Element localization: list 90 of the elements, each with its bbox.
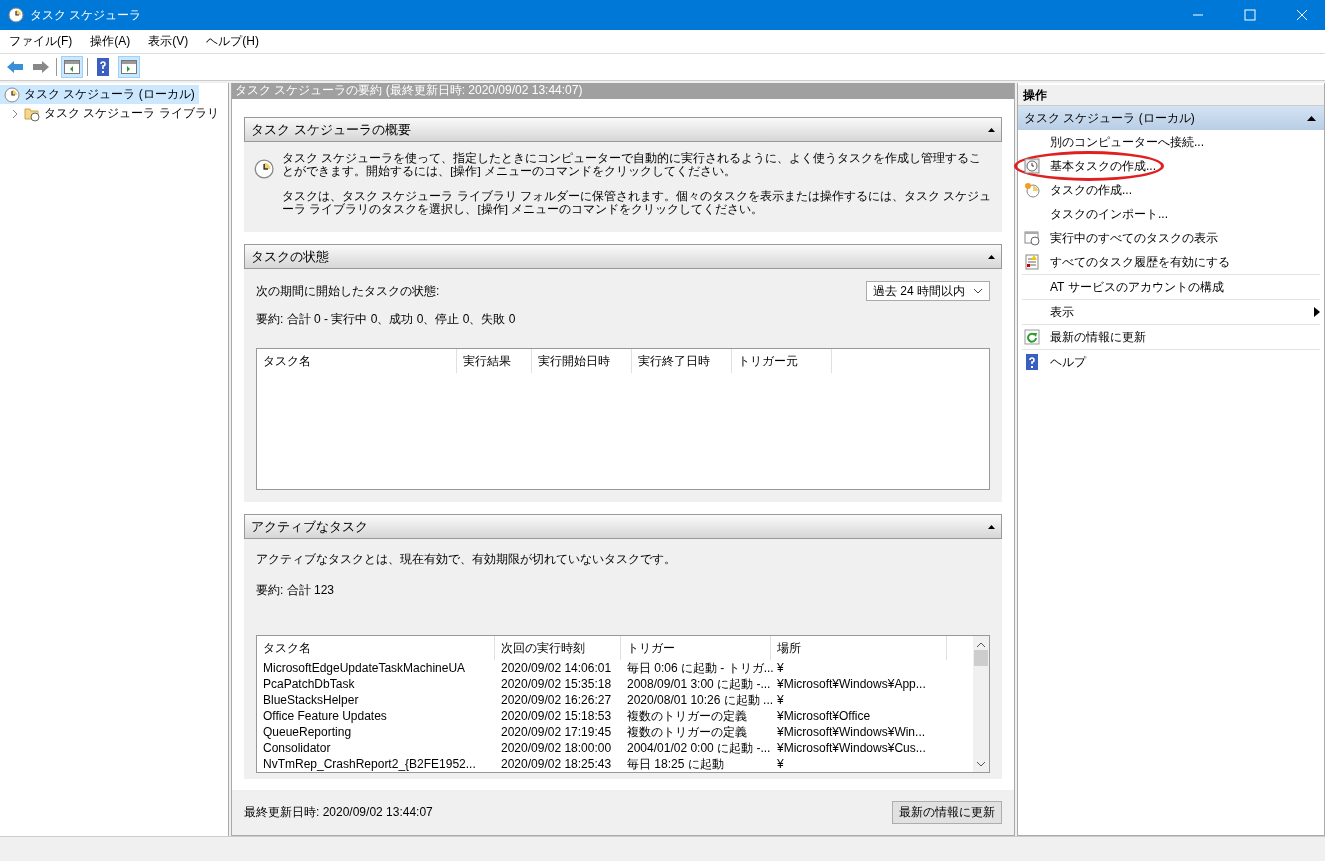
chevron-down-icon (973, 288, 983, 294)
clock-icon (4, 86, 20, 103)
description-text: アクティブなタスクとは、現在有効で、有効期限が切れていないタスクです。 (256, 551, 677, 568)
table-cell-text: Office Feature Updates (262, 709, 388, 723)
window-clock-icon (1024, 230, 1040, 246)
collapse-icon[interactable] (988, 524, 995, 529)
action-item[interactable]: 表示 (1022, 300, 1320, 324)
summary-header: タスク スケジューラの要約 (最終更新日時: 2020/09/02 13:44:07) (232, 83, 1014, 99)
action-item[interactable]: AT サービスのアカウントの構成 (1022, 275, 1320, 299)
table-cell-text: PcaPatchDbTask (262, 677, 356, 691)
menu-item[interactable]: ヘルプ(H) (197, 33, 268, 50)
column-header[interactable]: トリガー (621, 636, 771, 660)
tree-item[interactable]: タスク スケジューラ (ローカル) (0, 85, 199, 104)
actions-pane-title: 操作 (1018, 85, 1324, 106)
section-header[interactable]: タスクの状態 (244, 244, 1002, 269)
section-header[interactable]: タスク スケジューラの概要 (244, 117, 1002, 142)
period-label: 次の期間に開始したタスクの状態: (256, 282, 440, 300)
log-icon (1024, 254, 1040, 270)
clock-icon (1024, 182, 1040, 198)
collapse-icon[interactable] (988, 254, 995, 259)
table-cell-text: ¥Microsoft¥Windows¥App... (776, 677, 927, 691)
help-icon (1024, 354, 1040, 370)
table-cell-text: ¥ (776, 757, 785, 771)
column-header[interactable]: タスク名 (257, 349, 457, 373)
menu-item[interactable]: 表示(V) (139, 33, 198, 50)
summary-text: 要約: 合計 123 (256, 582, 336, 599)
summary-text: 要約: 合計 0 - 実行中 0、成功 0、停止 0、失敗 0 (256, 311, 517, 328)
clock-icon (1024, 158, 1040, 174)
table-cell-text: ¥ (776, 693, 785, 707)
description-text: タスクは、タスク スケジューラ ライブラリ フォルダーに保管されます。個々のタスクを表示または操作するには、タスク スケジューラ ライブラリのタスクを選択し、[操作] メニューのコマンドをクリックしてください。 (282, 190, 992, 216)
menu-item[interactable]: 操作(A) (81, 33, 140, 50)
app-clock-icon (8, 7, 24, 23)
table-cell-text: ¥ (776, 661, 785, 675)
table-cell-text: 複数のトリガーの定義 (626, 723, 748, 741)
table-cell-text: NvTmRep_CrashReport2_{B2FE1952... (262, 757, 477, 771)
expander-icon[interactable] (10, 108, 20, 119)
refresh-icon (1024, 329, 1040, 345)
table-cell-text: ¥Microsoft¥Windows¥Cus... (776, 741, 927, 755)
menu-item[interactable]: ファイル(F) (0, 33, 82, 50)
column-header[interactable]: 場所 (771, 636, 947, 660)
table-cell-text: 2004/01/02 0:00 に起動 -... (626, 739, 771, 757)
table-cell-text: ¥Microsoft¥Office (776, 709, 872, 723)
actions-section-header[interactable]: タスク スケジューラ (ローカル) (1018, 106, 1324, 130)
refresh-button[interactable]: 最新の情報に更新 (892, 801, 1002, 824)
action-item[interactable]: タスクの作成... (1022, 178, 1320, 202)
column-header[interactable]: タスク名 (257, 636, 495, 660)
table-cell-text: Consolidator (262, 741, 332, 755)
table-cell-text: 2020/09/02 18:25:43 (500, 757, 613, 771)
action-item[interactable]: ヘルプ (1022, 350, 1320, 374)
action-item[interactable]: 基本タスクの作成... (1022, 154, 1320, 178)
table-cell-text: 2020/09/02 18:00:00 (500, 741, 613, 755)
table-cell-text: QueueReporting (262, 725, 353, 739)
scroll-up-icon[interactable] (976, 642, 986, 648)
column-header[interactable]: トリガー元 (732, 349, 832, 373)
table-cell-text: ¥Microsoft¥Windows¥Win... (776, 725, 927, 739)
show-tree-button[interactable] (61, 56, 83, 78)
period-dropdown[interactable]: 過去 24 時間以内 (866, 281, 990, 301)
action-item[interactable]: すべてのタスク履歴を有効にする (1022, 250, 1320, 274)
action-item[interactable]: タスクのインポート... (1022, 202, 1320, 226)
last-updated-text: 最終更新日時: 2020/09/02 13:44:07 (244, 804, 433, 821)
window-title: タスク スケジューラ (30, 6, 143, 24)
table-cell-text: 2008/09/01 3:00 に起動 -... (626, 675, 771, 693)
action-item[interactable]: 別のコンピューターへ接続... (1022, 130, 1320, 154)
table-cell-text: 2020/09/02 17:19:45 (500, 725, 613, 739)
description-text: タスク スケジューラを使って、指定したときにコンピューターで自動的に実行されるように、よく使うタスクを作成し管理することができます。開始するには、[操作] メニューのコマンドをクリックしてください。 (282, 152, 983, 178)
column-header[interactable]: 実行結果 (457, 349, 532, 373)
action-item[interactable]: 最新の情報に更新 (1022, 325, 1320, 349)
table-cell-text: 2020/09/02 14:06:01 (500, 661, 613, 675)
scroll-down-icon[interactable] (976, 761, 986, 767)
scrollbar[interactable] (973, 636, 989, 772)
table-cell-text: 2020/08/01 10:26 に起動 ... (626, 691, 771, 709)
table-cell-text: 2020/09/02 15:18:53 (500, 709, 613, 723)
scroll-thumb[interactable] (974, 650, 988, 666)
table-cell-text: 毎日 0:06 に起動 - トリガ... (626, 659, 771, 677)
table-cell-text: 複数のトリガーの定義 (626, 707, 748, 725)
tree-item[interactable]: タスク スケジューラ ライブラリ (6, 104, 223, 123)
section-header[interactable]: アクティブなタスク (244, 514, 1002, 539)
table-cell-text: 2020/09/02 16:26:27 (500, 693, 613, 707)
action-item[interactable]: 実行中のすべてのタスクの表示 (1022, 226, 1320, 250)
collapse-icon[interactable] (1307, 115, 1316, 121)
collapse-icon[interactable] (988, 127, 995, 132)
table-cell-text: 毎日 18:25 に起動 (626, 755, 725, 773)
table-cell-text: BlueStacksHelper (262, 693, 360, 707)
folder-clock-icon (24, 105, 40, 122)
column-header[interactable]: 実行終了日時 (632, 349, 732, 373)
column-header[interactable]: 実行開始日時 (532, 349, 632, 373)
table-cell-text: 2020/09/02 15:35:18 (500, 677, 613, 691)
column-header[interactable]: 次回の実行時刻 (495, 636, 621, 660)
table-cell-text: MicrosoftEdgeUpdateTaskMachineUA (262, 661, 467, 675)
show-actions-button[interactable] (118, 56, 140, 78)
